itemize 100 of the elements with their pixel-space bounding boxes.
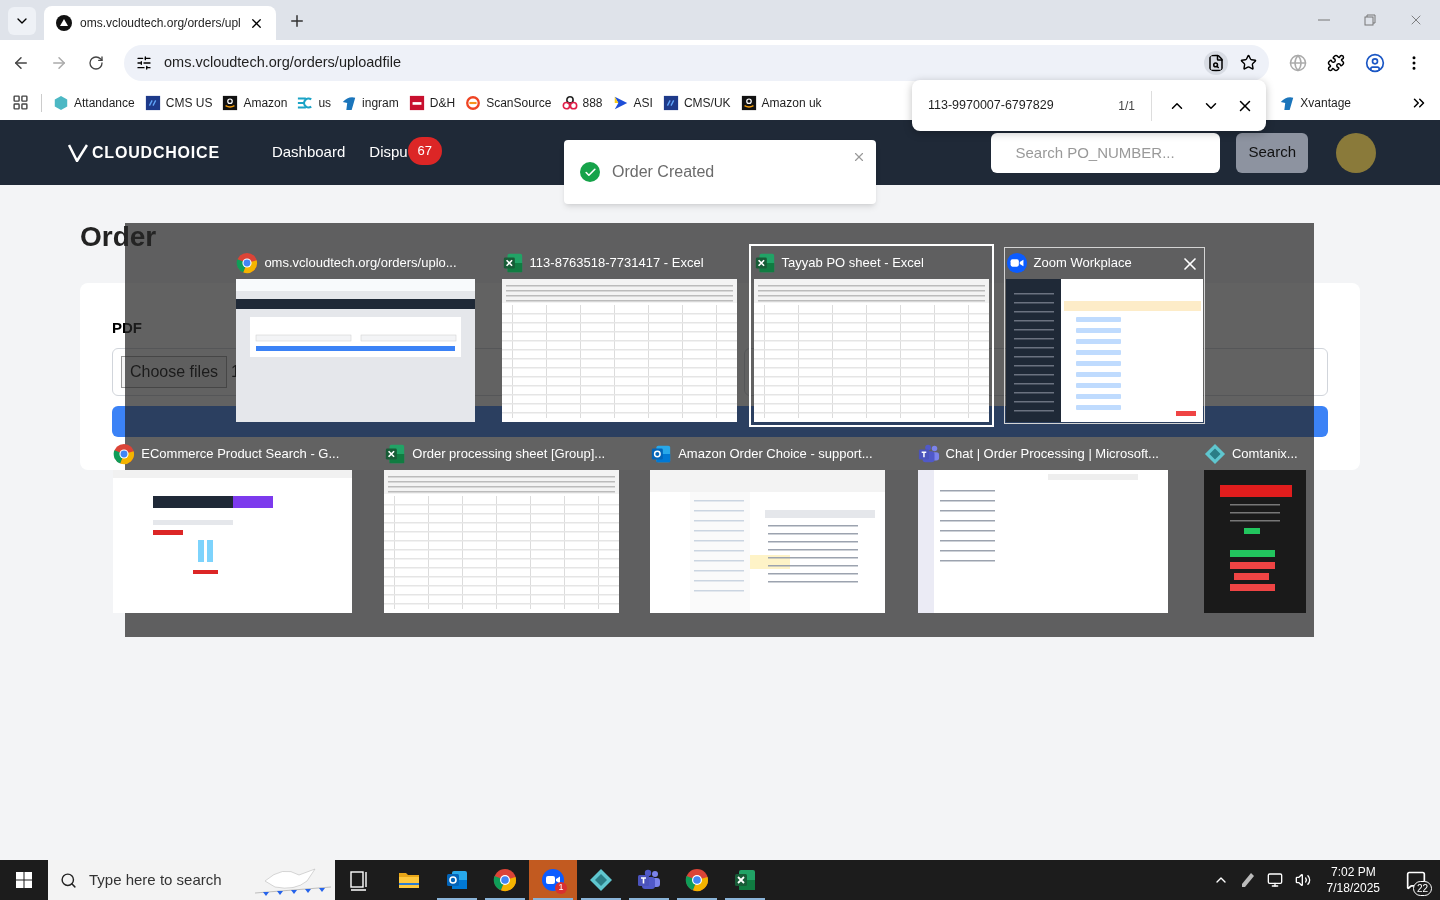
clock[interactable]: 7:02 PM 7/18/2025 [1322,864,1384,896]
find-in-page-icon[interactable] [1204,50,1228,75]
hexagon-icon [53,94,69,111]
window-switcher-item[interactable]: ECommerce Product Search - G... [112,439,369,614]
notification-badge: 1 [555,882,567,894]
chrome-icon [113,443,136,465]
avatar[interactable] [1336,132,1376,173]
search-field[interactable]: Search PO_NUMBER... [991,132,1221,173]
smile-logo-icon [740,94,757,111]
window-switcher-item[interactable]: Zoom Workplace [1003,247,1205,424]
window-switcher-item[interactable]: Tayyab PO sheet - Excel [748,244,994,427]
arrow-logo-icon [612,94,629,111]
bookmark[interactable]: ASI [609,89,656,116]
browser-tab[interactable]: oms.vcloudtech.org/orders/upl [44,6,276,40]
count-badge: 67 [407,136,442,165]
bookmark[interactable]: ingram [338,89,402,116]
window-title: 113-8763518-7731417 - Excel [529,254,704,273]
square-logo-icon [662,94,679,111]
bookmark-star-icon[interactable] [1240,54,1257,71]
open-indicator [437,898,477,900]
wave-logo-icon [1279,94,1296,111]
toast-message: Order Created [612,162,715,182]
tab-title: oms.vcloudtech.org/orders/upl [80,15,241,32]
mail-app-icon [650,443,673,465]
ring-logo-icon [465,94,482,111]
reload-icon[interactable] [88,54,104,71]
search-placeholder: Type here to search [89,869,222,890]
site-settings-icon[interactable] [136,54,152,71]
window-switcher-item[interactable]: Comtanix... [1202,439,1327,614]
bookmark[interactable]: 888 [558,89,606,116]
window-switcher-item[interactable]: 113-8763518-7731417 - Excel [500,248,738,423]
bookmark[interactable]: Attandance [50,89,138,116]
bookmark[interactable]: Amazon [219,89,291,116]
window-switcher-item[interactable]: oms.vcloudtech.org/orders/uplo... [235,248,486,423]
spreadsheet-icon [753,252,776,274]
bookmark[interactable]: Xvantage [1276,89,1354,116]
square-logo-icon [144,94,161,111]
window-title: ECommerce Product Search - G... [141,445,340,464]
window-switcher-item[interactable]: Amazon Order Choice - support... [649,439,902,614]
spreadsheet-icon [733,868,757,892]
date-text: 7/18/2025 [1326,880,1380,896]
taskbar-app-button[interactable]: 1 [529,860,577,900]
open-indicator [485,898,525,900]
network-icon[interactable] [1266,872,1283,888]
video-camera-icon [1005,252,1028,274]
bookmark[interactable]: us [294,89,335,116]
chrome-icon [493,868,517,892]
window-switcher-item[interactable]: Chat | Order Processing | Microsoft... [916,439,1188,614]
window-title: Zoom Workplace [1033,254,1132,273]
pen-icon[interactable] [1240,872,1255,888]
team-chat-icon [637,868,661,892]
wave-logo-icon [341,94,358,111]
square-logo-icon [408,94,425,111]
open-indicator [533,898,573,900]
match-count: 1/1 [1118,90,1152,121]
bookmark[interactable]: ScanSource [462,89,555,116]
time-text: 7:02 PM [1330,864,1376,880]
window-title: oms.vcloudtech.org/orders/uplo... [264,254,457,273]
url-text: oms.vcloudtech.org/orders/uploadfile [164,52,401,72]
stripes-logo-icon [297,94,314,111]
chrome-icon [236,252,259,274]
team-chat-icon [917,443,940,465]
search-icon [60,871,77,889]
address-bar[interactable]: oms.vcloudtech.org/orders/uploadfile [124,44,1269,81]
logo-text: CLOUDCHOICE [92,142,220,163]
bookmark[interactable]: CMS/UK [659,89,734,116]
window-switcher-item[interactable]: Order processing sheet [Group]... [383,439,635,614]
window-title: Amazon Order Choice - support... [678,445,873,464]
diamond-icon [1203,443,1226,465]
bookmark[interactable]: CMS US [141,89,216,116]
rings-logo-icon [561,94,578,111]
nav-link[interactable]: Dispu [369,141,408,164]
nav-link[interactable]: Dashboard [271,141,346,164]
triangle-favicon-icon [56,15,72,31]
mail-app-icon [445,868,469,892]
spreadsheet-icon [384,443,407,465]
volume-icon[interactable] [1294,872,1311,888]
extensions-icon[interactable] [1327,53,1345,72]
notifications-button[interactable]: 22 [1396,860,1436,900]
taskbar-search-field[interactable]: Type here to search [48,860,335,900]
find-input[interactable]: 113-9970007-6797829 [928,96,1098,115]
diamond-icon [589,868,613,892]
spreadsheet-icon [501,252,524,274]
search-button[interactable]: Search [1236,132,1308,173]
open-indicator [677,898,717,900]
smile-logo-icon [222,94,239,111]
notification-count: 22 [1412,881,1432,896]
window-title: Order processing sheet [Group]... [412,445,606,464]
profile-icon[interactable] [1365,52,1385,73]
bookmark[interactable]: D&H [405,89,459,116]
chrome-icon [685,868,709,892]
window-title: Tayyab PO sheet - Excel [781,254,924,273]
logo-mark-icon [68,143,88,162]
success-icon [580,162,600,182]
apps-grid-icon[interactable] [12,94,29,111]
open-indicator [629,898,669,900]
open-indicator [725,898,765,900]
tab-list-button[interactable] [8,7,36,35]
open-indicator [581,898,621,900]
bookmark[interactable]: Amazon uk [737,89,825,116]
